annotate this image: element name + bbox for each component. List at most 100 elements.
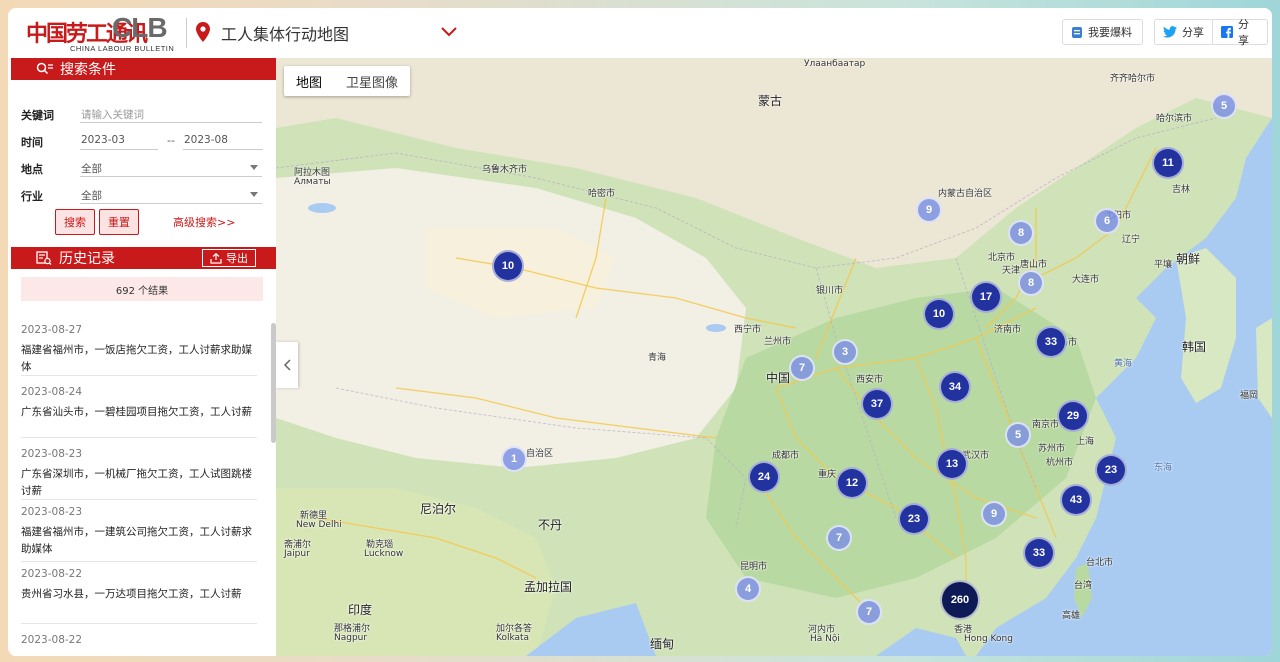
map-label: 唐山市	[1020, 260, 1048, 270]
cluster-marker[interactable]: 260	[940, 580, 980, 620]
cluster-marker[interactable]: 33	[1023, 537, 1055, 569]
cluster-marker[interactable]: 10	[923, 298, 955, 330]
list-item[interactable]: 2023-08-23 广东省深圳市，一机械厂拖欠工资，工人试图跳楼讨薪	[21, 438, 257, 500]
cluster-marker[interactable]: 7	[856, 599, 882, 625]
map-label: 尼泊尔	[420, 502, 457, 516]
cluster-marker[interactable]: 1	[501, 446, 527, 472]
cluster-marker[interactable]: 11	[1152, 147, 1184, 179]
map-label: 天津	[1002, 266, 1021, 276]
share-facebook-button[interactable]: 分享	[1212, 18, 1268, 47]
map-label: 重庆	[818, 470, 837, 480]
export-label: 导出	[226, 252, 248, 265]
chevron-left-icon	[283, 359, 291, 371]
share-twitter-button[interactable]: 分享	[1154, 19, 1212, 45]
cluster-marker[interactable]: 17	[970, 281, 1002, 313]
cluster-marker[interactable]: 5	[1211, 93, 1237, 119]
reset-button[interactable]: 重置	[99, 209, 139, 235]
cluster-marker[interactable]: 37	[861, 388, 893, 420]
industry-label: 行业	[21, 190, 43, 203]
date-from-input[interactable]: 2023-03	[80, 130, 158, 150]
map-label: Улаанбаатар	[804, 59, 866, 69]
cluster-marker[interactable]: 34	[939, 371, 971, 403]
tab-satellite[interactable]: 卫星图像	[334, 66, 410, 96]
chevron-down-icon[interactable]	[440, 24, 458, 38]
map-label: 高雄	[1062, 611, 1081, 621]
keyword-input[interactable]: 请输入关键词	[80, 103, 262, 123]
industry-select[interactable]: 全部	[80, 184, 262, 204]
cluster-marker[interactable]: 8	[1018, 270, 1044, 296]
map-label: 银川市	[816, 286, 844, 296]
map-label: 吉林	[1172, 185, 1191, 195]
industry-row: 行业 全部	[21, 184, 266, 206]
location-select[interactable]: 全部	[80, 157, 262, 177]
cluster-marker[interactable]: 9	[981, 501, 1007, 527]
history-icon	[36, 251, 52, 265]
list-item[interactable]: 2023-08-23 福建省福州市，一建筑公司拖欠工资，工人讨薪求助媒体	[21, 500, 257, 562]
history-panel-header: 历史记录 导出	[11, 247, 276, 269]
search-button[interactable]: 搜索	[55, 209, 95, 235]
cluster-marker[interactable]: 9	[916, 197, 942, 223]
advanced-search-link[interactable]: 高级搜索>>	[173, 214, 235, 230]
cluster-marker[interactable]: 8	[1008, 220, 1034, 246]
item-date: 2023-08-23	[21, 506, 83, 518]
list-item[interactable]: 2023-08-22	[21, 624, 257, 656]
map-label: Jaipur	[284, 549, 310, 559]
app-window: 中国劳工通讯 CLB CHINA LABOUR BULLETIN 工人集体行动地…	[8, 8, 1272, 656]
clb-logo[interactable]: 中国劳工通讯 CLB CHINA LABOUR BULLETIN	[26, 12, 176, 54]
cluster-marker[interactable]: 7	[789, 355, 815, 381]
cluster-marker[interactable]: 5	[1005, 422, 1031, 448]
cluster-marker[interactable]: 23	[1095, 454, 1127, 486]
keyword-label: 关键词	[21, 109, 54, 122]
cluster-marker[interactable]: 4	[735, 576, 761, 602]
cluster-marker[interactable]: 29	[1057, 400, 1089, 432]
logo-clb: CLB	[112, 12, 168, 43]
map-label: 济南市	[994, 325, 1022, 335]
cluster-marker[interactable]: 12	[836, 467, 868, 499]
facebook-icon	[1221, 26, 1233, 38]
history-panel-title: 历史记录	[59, 251, 115, 267]
map-label: 大连市	[1072, 275, 1100, 285]
date-to-input[interactable]: 2023-08	[183, 130, 263, 150]
map-label: 辽宁	[1122, 235, 1141, 245]
list-item[interactable]: 2023-08-22 贵州省习水县，一万达项目拖欠工资，工人讨薪	[21, 562, 257, 624]
tab-map[interactable]: 地图	[284, 66, 334, 96]
map-label: 哈密市	[588, 189, 616, 199]
search-filter-icon	[36, 62, 53, 75]
export-button[interactable]: 导出	[202, 249, 256, 267]
item-date: 2023-08-27	[21, 324, 83, 336]
list-item[interactable]: 2023-08-24 广东省汕头市，一碧桂园项目拖欠工资，工人讨薪	[21, 376, 257, 438]
cluster-marker[interactable]: 24	[748, 461, 780, 493]
map-label: 朝鲜	[1176, 252, 1201, 266]
cluster-marker[interactable]: 13	[936, 448, 968, 480]
map-label: 齐齐哈尔市	[1110, 74, 1156, 84]
report-button[interactable]: 我要爆料	[1062, 19, 1143, 45]
map-label: 西安市	[856, 375, 884, 385]
item-date: 2023-08-24	[21, 386, 83, 398]
map-type-toggle: 地图 卫星图像	[284, 66, 411, 96]
map-label: Kolkata	[496, 633, 530, 643]
cluster-marker[interactable]: 7	[826, 525, 852, 551]
map-label: 北京市	[988, 253, 1016, 263]
map-label: 杭州市	[1046, 458, 1074, 468]
cluster-marker[interactable]: 43	[1060, 484, 1092, 516]
report-icon	[1072, 26, 1082, 38]
map-label: 孟加拉国	[524, 580, 573, 594]
collapse-sidebar-button[interactable]	[276, 342, 298, 388]
upload-icon	[210, 252, 222, 264]
map-area[interactable]: 地图 卫星图像 Улаанбаатар 蒙古 齐齐哈尔市 哈尔滨市 吉林 沈阳市…	[276, 58, 1272, 656]
date-separator: --	[167, 134, 175, 147]
report-label: 我要爆料	[1088, 26, 1132, 39]
search-panel-header: 搜索条件	[11, 58, 276, 80]
map-label: 台北市	[1086, 558, 1114, 568]
cluster-marker[interactable]: 3	[832, 339, 858, 365]
sidebar: 搜索条件 关键词 请输入关键词 时间 2023-03 -- 2023-08 地点…	[11, 58, 276, 656]
map-label: 自治区	[526, 449, 554, 459]
cluster-marker[interactable]: 6	[1094, 208, 1120, 234]
item-date: 2023-08-23	[21, 448, 83, 460]
list-item[interactable]: 2023-08-27 福建省福州市，一饭店拖欠工资，工人讨薪求助媒体	[21, 318, 257, 376]
cluster-marker[interactable]: 23	[898, 503, 930, 535]
cluster-marker[interactable]: 33	[1035, 326, 1067, 358]
search-panel-title: 搜索条件	[60, 62, 116, 78]
logo-subtitle: CHINA LABOUR BULLETIN	[70, 44, 175, 53]
cluster-marker[interactable]: 10	[492, 250, 524, 282]
